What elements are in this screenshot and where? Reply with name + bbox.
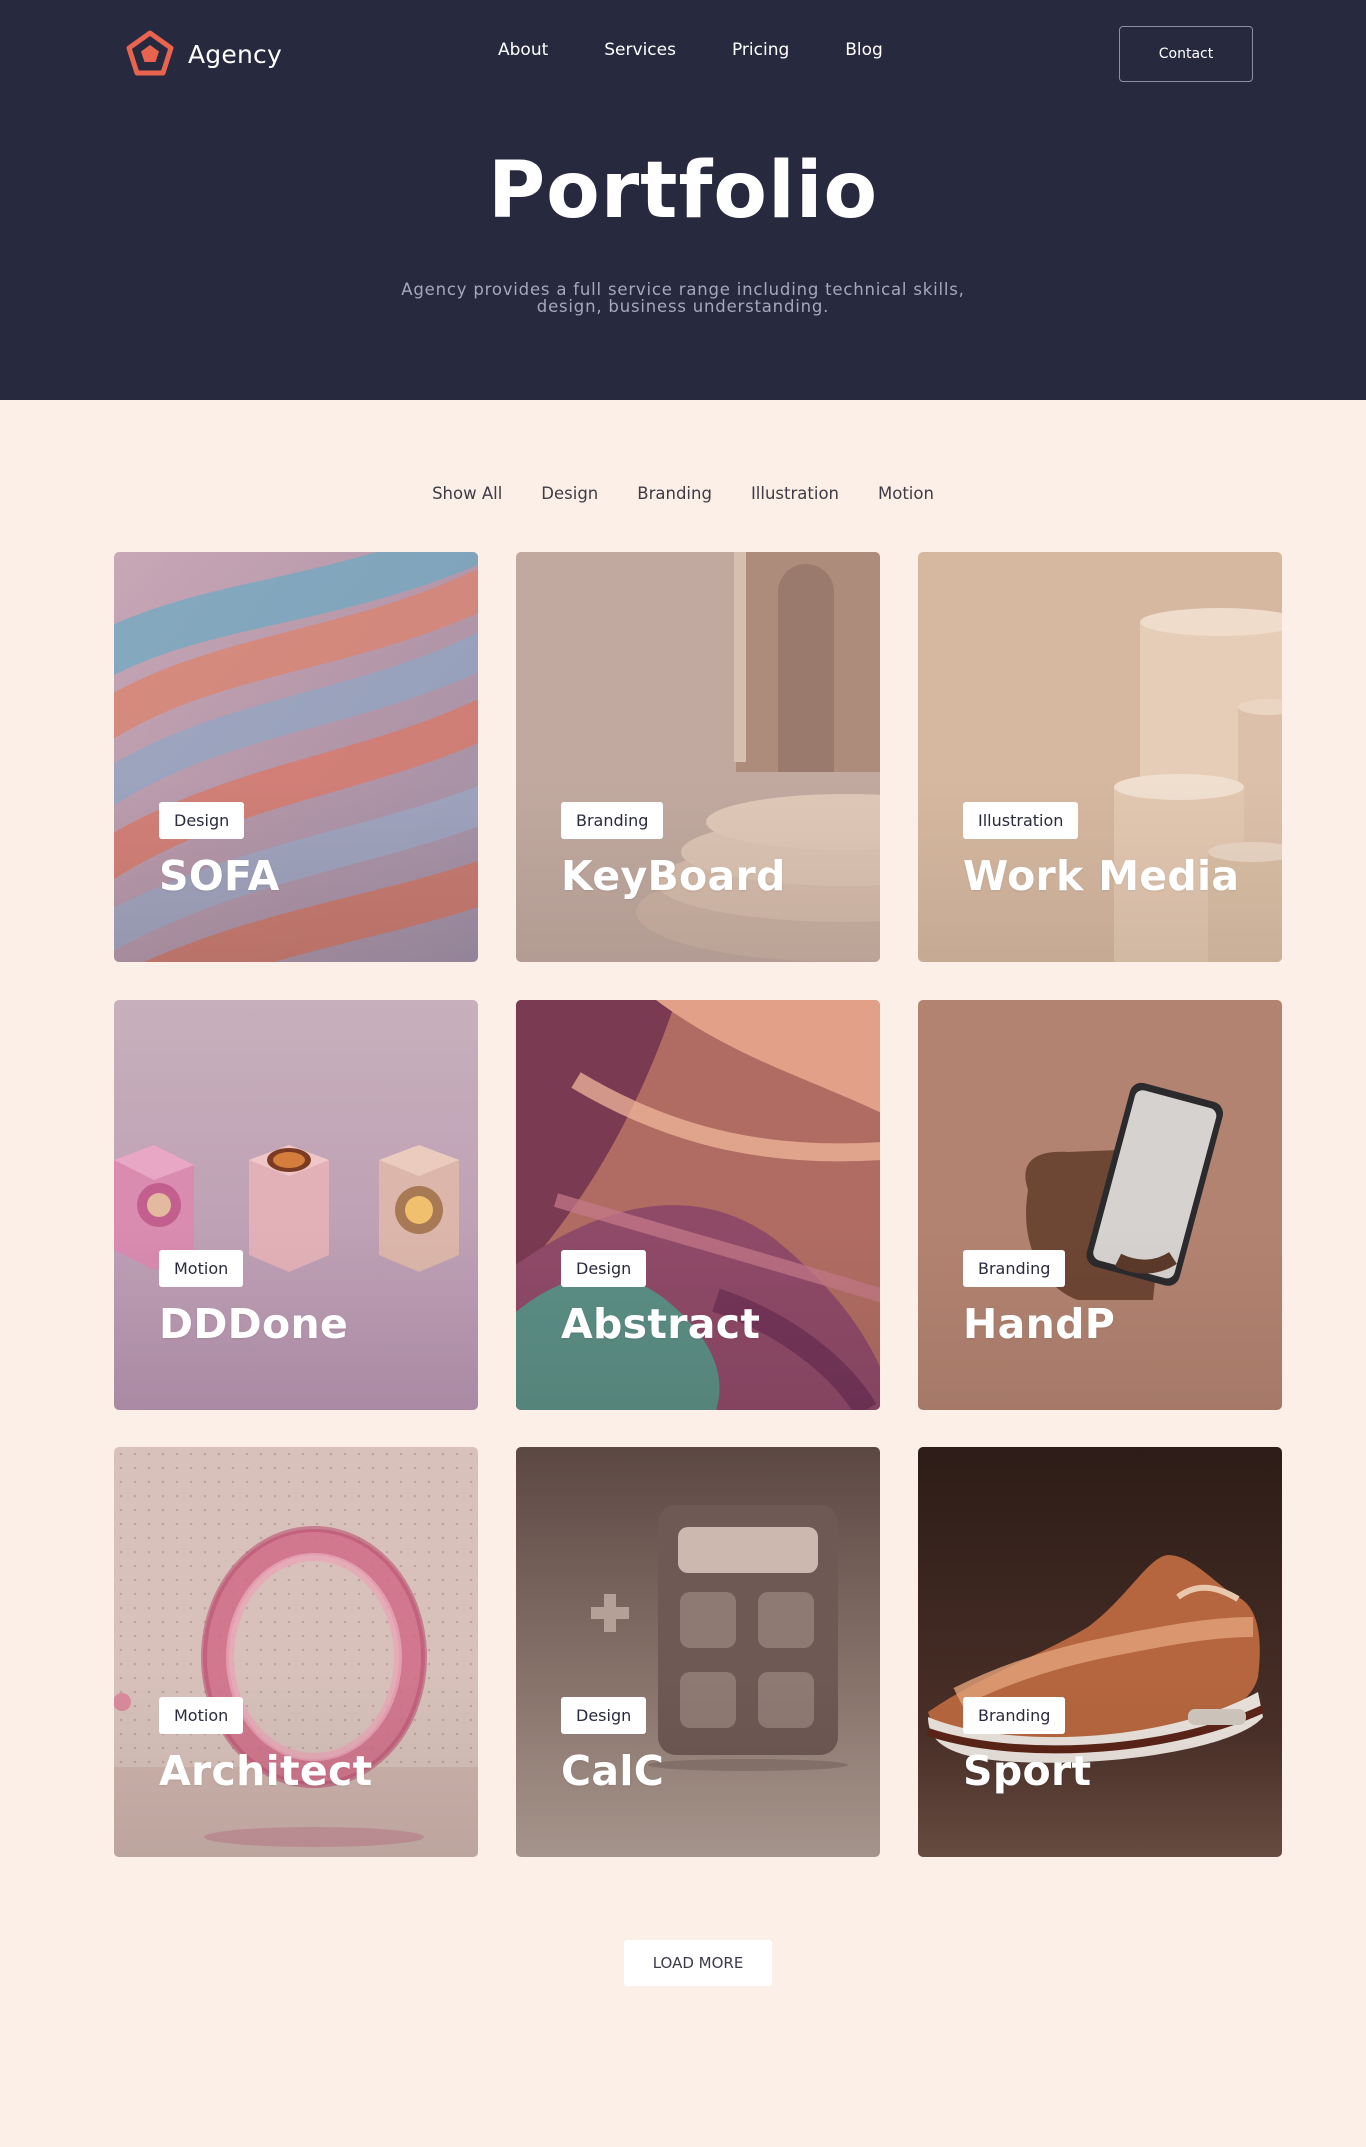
card-title: Sport — [963, 1747, 1092, 1795]
menu-item-blog: Blog — [845, 40, 883, 60]
card-overlay — [516, 1000, 880, 1410]
brand-name: Agency — [188, 39, 282, 69]
card-category-badge: Branding — [561, 802, 664, 839]
nav-link-blog[interactable]: Blog — [845, 40, 883, 60]
card-title: Architect — [159, 1747, 373, 1795]
brand-logo[interactable]: Agency — [126, 29, 282, 79]
card-title: Work Media — [963, 852, 1240, 900]
portfolio-card-abstract[interactable]: Design Abstract — [516, 1000, 880, 1410]
menu-item-services: Services — [604, 40, 676, 60]
filter-motion[interactable]: Motion — [878, 484, 934, 503]
card-category-badge: Motion — [159, 1697, 244, 1734]
card-category-badge: Motion — [159, 1250, 244, 1287]
card-category-badge: Branding — [963, 1697, 1066, 1734]
pentagon-logo-icon — [126, 30, 174, 76]
nav-link-pricing[interactable]: Pricing — [732, 40, 789, 60]
portfolio-card-architect[interactable]: Motion Architect — [114, 1447, 478, 1857]
portfolio-card-sofa[interactable]: Design SOFA — [114, 552, 478, 962]
filter-show-all[interactable]: Show All — [432, 484, 502, 503]
portfolio-card-work-media[interactable]: Illustration Work Media — [918, 552, 1282, 962]
card-title: HandP — [963, 1300, 1116, 1348]
menu-item-about: About — [498, 40, 548, 60]
card-overlay — [114, 1447, 478, 1857]
filter-illustration[interactable]: Illustration — [751, 484, 839, 503]
card-title: Abstract — [561, 1300, 761, 1348]
filter-branding[interactable]: Branding — [637, 484, 712, 503]
card-category-badge: Illustration — [963, 802, 1079, 839]
card-overlay — [114, 552, 478, 962]
card-overlay — [918, 1447, 1282, 1857]
card-category-badge: Design — [561, 1250, 647, 1287]
nav-link-about[interactable]: About — [498, 40, 548, 60]
portfolio-card-keyboard[interactable]: Branding KeyBoard — [516, 552, 880, 962]
card-overlay — [516, 1447, 880, 1857]
portfolio-filters: Show All Design Branding Illustration Mo… — [0, 484, 1366, 503]
card-overlay — [516, 552, 880, 962]
card-category-badge: Design — [159, 802, 245, 839]
card-overlay — [918, 1000, 1282, 1410]
card-title: KeyBoard — [561, 852, 786, 900]
card-overlay — [918, 552, 1282, 962]
load-more-button[interactable]: LOAD MORE — [624, 1940, 772, 1986]
page-subtitle: Agency provides a full service range inc… — [401, 280, 965, 316]
portfolio-card-dddone[interactable]: Motion DDDone — [114, 1000, 478, 1410]
card-category-badge: Design — [561, 1697, 647, 1734]
card-category-badge: Branding — [963, 1250, 1066, 1287]
card-title: DDDone — [159, 1300, 349, 1348]
card-overlay — [114, 1000, 478, 1410]
filter-design[interactable]: Design — [541, 484, 598, 503]
card-title: SOFA — [159, 852, 280, 900]
card-title: CalC — [561, 1747, 665, 1795]
menu-item-pricing: Pricing — [732, 40, 789, 60]
main-menu: About Services Pricing Blog — [498, 40, 883, 60]
hero-section: Agency About Services Pricing Blog Conta… — [0, 0, 1366, 400]
nav-link-services[interactable]: Services — [604, 40, 676, 60]
top-navigation: Agency About Services Pricing Blog Conta… — [0, 0, 1366, 108]
portfolio-card-calc[interactable]: Design CalC — [516, 1447, 880, 1857]
portfolio-card-sport[interactable]: Branding Sport — [918, 1447, 1282, 1857]
contact-button[interactable]: Contact — [1119, 26, 1253, 82]
page-title: Portfolio — [487, 146, 879, 236]
portfolio-card-handp[interactable]: Branding HandP — [918, 1000, 1282, 1410]
